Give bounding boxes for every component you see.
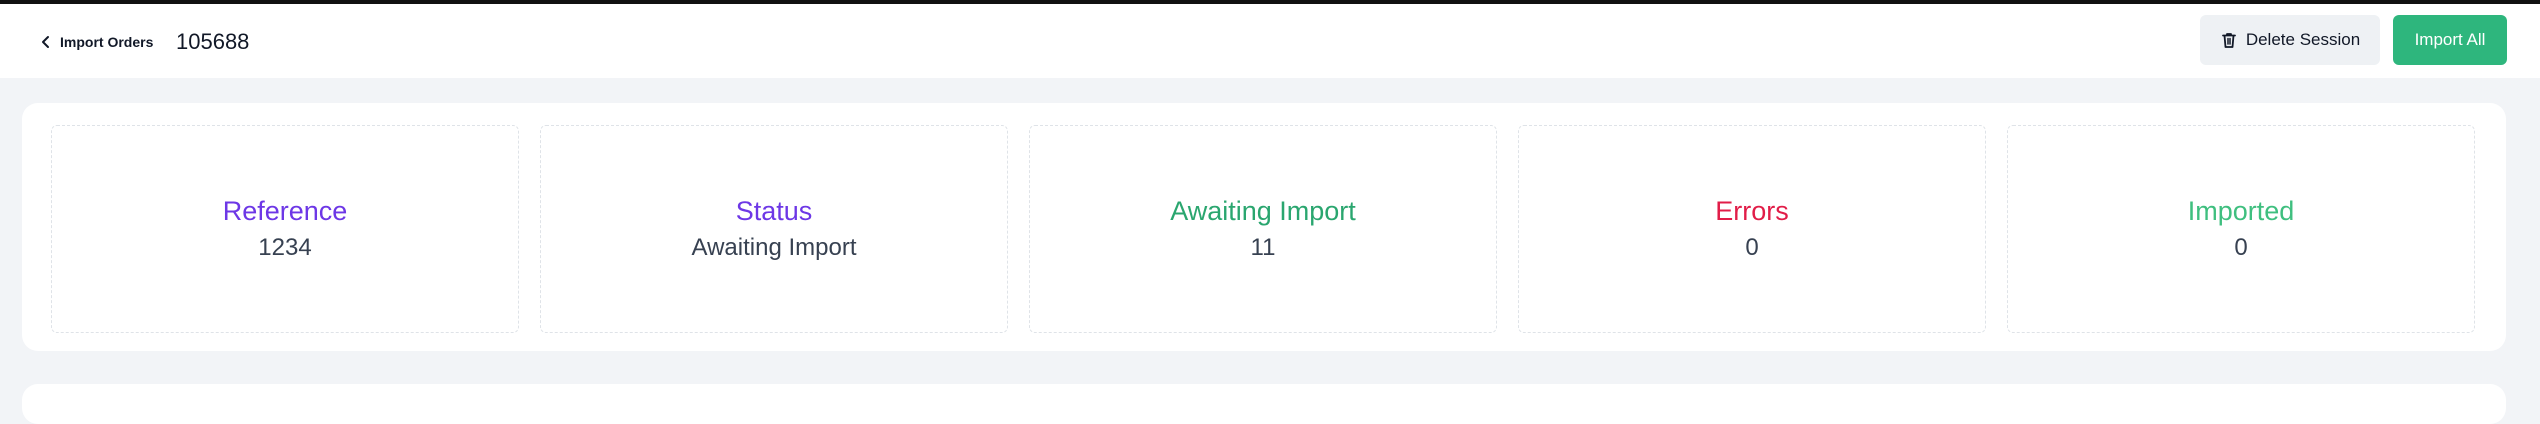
back-link[interactable]: Import Orders	[38, 29, 153, 55]
page-title: 105688	[176, 29, 250, 54]
errors-value: 0	[1745, 234, 1759, 261]
imported-value: 0	[2234, 234, 2248, 261]
reference-title: Reference	[222, 196, 348, 226]
awaiting-import-value: 11	[1250, 234, 1276, 261]
imported-title: Imported	[2187, 196, 2295, 226]
import-all-label: Import All	[2414, 30, 2486, 49]
imported-card: Imported 0	[2007, 125, 2475, 333]
page-header: Import Orders 105688 Delete Session Impo…	[0, 4, 2540, 78]
status-title: Status	[735, 196, 813, 226]
back-link-label: Import Orders	[60, 34, 154, 50]
status-card: Status Awaiting Import	[540, 125, 1008, 333]
delete-session-button[interactable]: Delete Session	[2200, 15, 2380, 65]
import-all-button[interactable]: Import All	[2393, 15, 2507, 65]
delete-session-label: Delete Session	[2245, 30, 2361, 49]
content-panel	[22, 384, 2506, 424]
awaiting-import-title: Awaiting Import	[1170, 196, 1356, 226]
errors-card: Errors 0	[1518, 125, 1986, 333]
trash-icon	[2221, 33, 2236, 48]
awaiting-import-card: Awaiting Import 11	[1029, 125, 1497, 333]
reference-card: Reference 1234	[51, 125, 519, 333]
errors-title: Errors	[1715, 196, 1789, 226]
reference-value: 1234	[258, 234, 312, 261]
summary-panel: Reference 1234 Status Awaiting Import Aw…	[22, 103, 2506, 351]
chevron-left-icon	[42, 36, 49, 48]
status-value: Awaiting Import	[691, 234, 857, 261]
